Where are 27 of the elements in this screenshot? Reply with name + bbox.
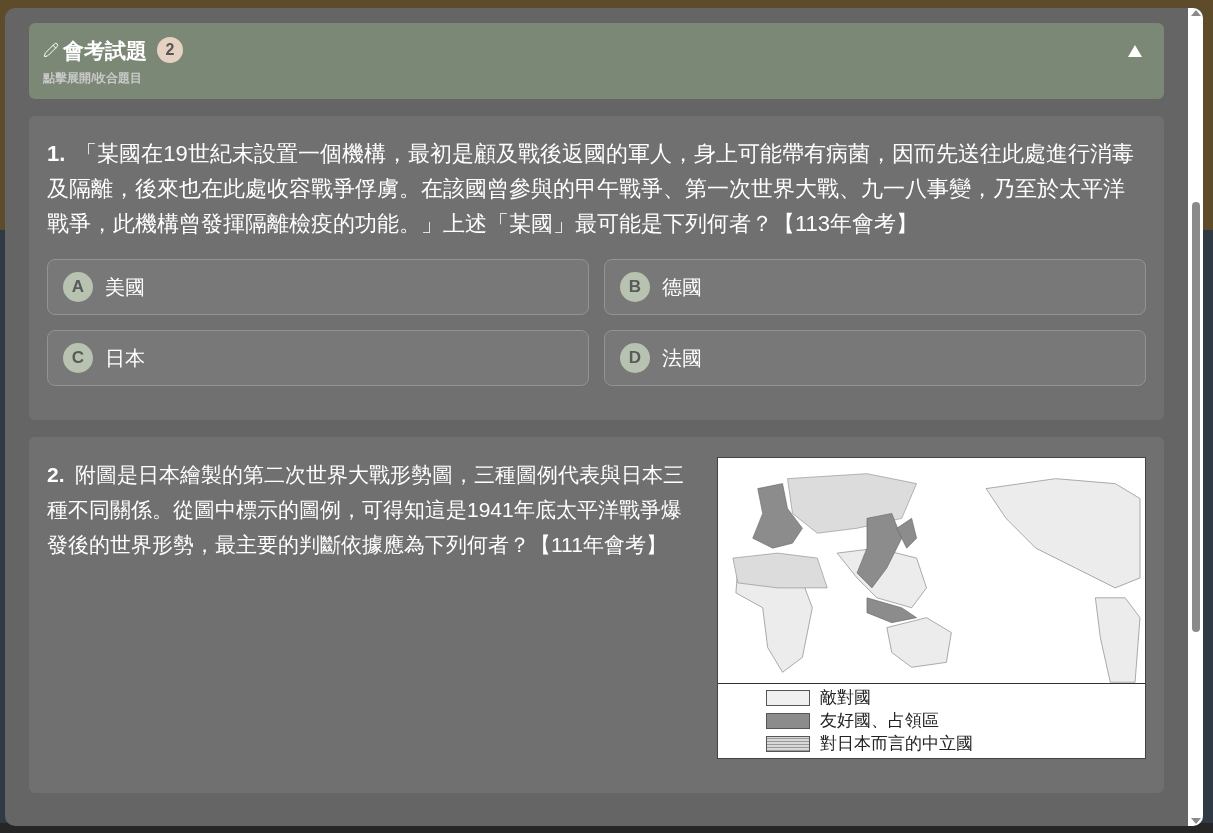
question-text: 1. 「某國在19世紀末設置一個機構，最初是顧及戰後返國的軍人，身上可能帶有病菌，因而先送往此處進行消毒及隔離，後來也在此處收容戰爭俘虜。在該國曾參與的甲午戰爭、第一次世界大戰、九一八事變，乃至於太平洋戰爭，此機構曾發揮隔離檢疫的功能。」上述「某國」最可能是下列何者？【113年會考】: [47, 140, 1135, 238]
scroll-thumb[interactable]: [1191, 202, 1200, 632]
option-text: 法國: [662, 346, 702, 371]
option-text: 德國: [662, 275, 702, 300]
option-letter: D: [620, 343, 650, 373]
option-text: 日本: [105, 346, 145, 371]
scroll-down-icon[interactable]: [1190, 818, 1201, 824]
question-text: 2. 附圖是日本繪製的第二次世界大戰形勢圖，三種圖例代表與日本三種不同關係。從圖中標示的圖例，可得知這是1941年底太平洋戰爭爆發後的世界形勢，最主要的判斷依據應為下列何者？【111年會考】: [47, 462, 685, 558]
pencil-icon: [43, 42, 59, 58]
section-header[interactable]: 會考試題 2 點擊展開/收合題目: [29, 23, 1164, 99]
option-letter: B: [620, 272, 650, 302]
scrollbar[interactable]: [1188, 8, 1203, 826]
option-letter: A: [63, 272, 93, 302]
collapse-caret-icon[interactable]: [1128, 45, 1142, 57]
answer-option[interactable]: B 德國: [604, 259, 1146, 315]
answer-option[interactable]: C 日本: [47, 330, 589, 386]
answer-option[interactable]: A 美國: [47, 259, 589, 315]
count-badge: 2: [157, 37, 183, 63]
answer-option[interactable]: D 法國: [604, 330, 1146, 386]
section-hint: 點擊展開/收合題目: [43, 70, 144, 87]
section-title: 會考試題: [63, 39, 147, 61]
legend-label: 敵對國: [820, 688, 871, 708]
legend-label: 對日本而言的中立國: [820, 734, 973, 754]
legend-label: 友好國、占領區: [820, 711, 939, 731]
scroll-up-icon[interactable]: [1190, 10, 1201, 16]
option-text: 美國: [105, 275, 145, 300]
option-letter: C: [63, 343, 93, 373]
